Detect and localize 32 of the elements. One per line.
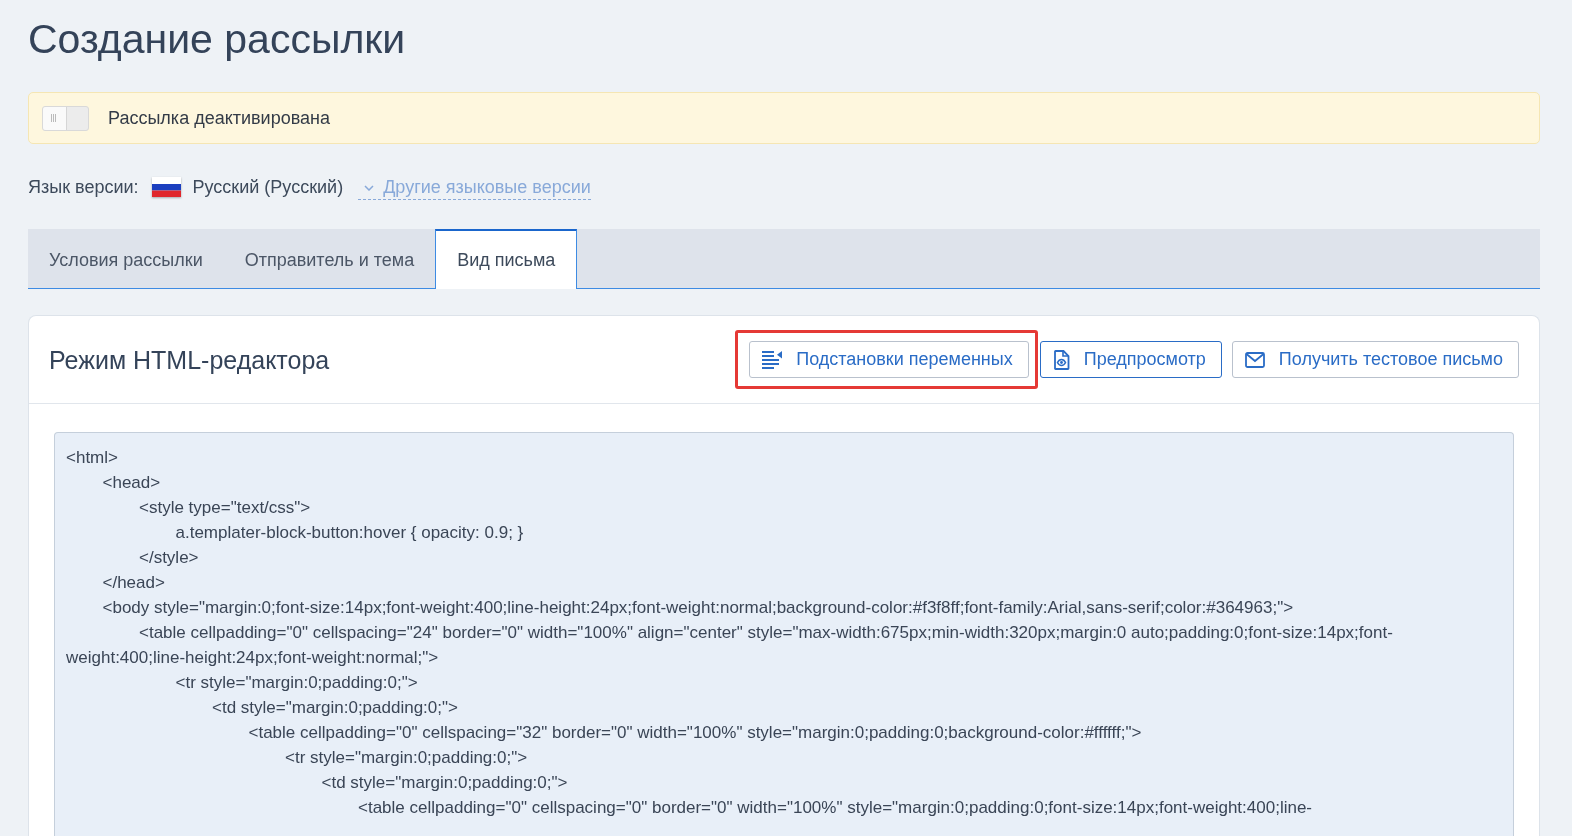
- editor-action-button[interactable]: Предпросмотр: [1039, 341, 1222, 378]
- code-line: <html>: [66, 448, 118, 467]
- code-line: <table cellpadding="0" cellspacing="32" border="0" width="100%" style="margin:0;padding:0;background-color:#ffffff;">: [248, 723, 1142, 742]
- chevron-down-icon: [364, 185, 375, 191]
- flag-icon: [151, 177, 181, 197]
- lines-arrow-icon: [762, 350, 783, 369]
- tab[interactable]: Отправитель и тема: [223, 229, 436, 289]
- code-line: </head>: [102, 573, 165, 592]
- document-eye-icon: [1052, 349, 1070, 370]
- page-title: Создание рассылки: [28, 15, 407, 64]
- code-editor-field[interactable]: [54, 432, 1514, 836]
- code-line: <head>: [102, 473, 161, 492]
- code-line: <td style="margin:0;padding:0;">: [321, 773, 568, 792]
- language-name: Русский (Русский): [192, 175, 344, 199]
- code-line: <tr style="margin:0;padding:0;">: [285, 748, 528, 767]
- status-text: Рассылка деактивирована: [108, 106, 330, 130]
- code-line: <table cellpadding="0" cellspacing="0" border="0" width="100%" style="margin:0;padding:0;font-size:14px;font-weight:400;line-: [358, 798, 1313, 817]
- tab[interactable]: Вид письма: [435, 229, 578, 289]
- tab[interactable]: Условия рассылки: [28, 229, 224, 289]
- code-line: <td style="margin:0;padding:0;">: [212, 698, 458, 717]
- language-label: Язык версии:: [28, 175, 139, 199]
- code-line: <body style="margin:0;font-size:14px;font-weight:400;line-height:24px;font-weight:normal;background-color:#f3f8ff;font-family:Arial,sans-serif;color:#364963;">: [102, 598, 1294, 617]
- toggle-switch[interactable]: [42, 105, 89, 131]
- code-line: </style>: [139, 548, 199, 567]
- panel-title: Режим HTML-редактора: [49, 344, 330, 375]
- code-line: a.templater-block-button:hover { opacity: 0.9; }: [175, 523, 524, 542]
- code-line: <style type="text/css">: [139, 498, 311, 517]
- code-line: <table cellpadding="0" cellspacing="24" border="0" width="100%" align="center" style="max-width:675px;min-width:320px;margin:0 auto;padding:0;font-size:14px;font-weight:400;line-height:24px;font-weight:normal;">: [66, 623, 1393, 667]
- envelope-icon: [1244, 351, 1265, 368]
- editor-action-button[interactable]: Получить тестовое письмо: [1231, 341, 1519, 378]
- editor-action-button[interactable]: Подстановки переменных: [749, 341, 1029, 378]
- code-line: <tr style="margin:0;padding:0;">: [175, 673, 418, 692]
